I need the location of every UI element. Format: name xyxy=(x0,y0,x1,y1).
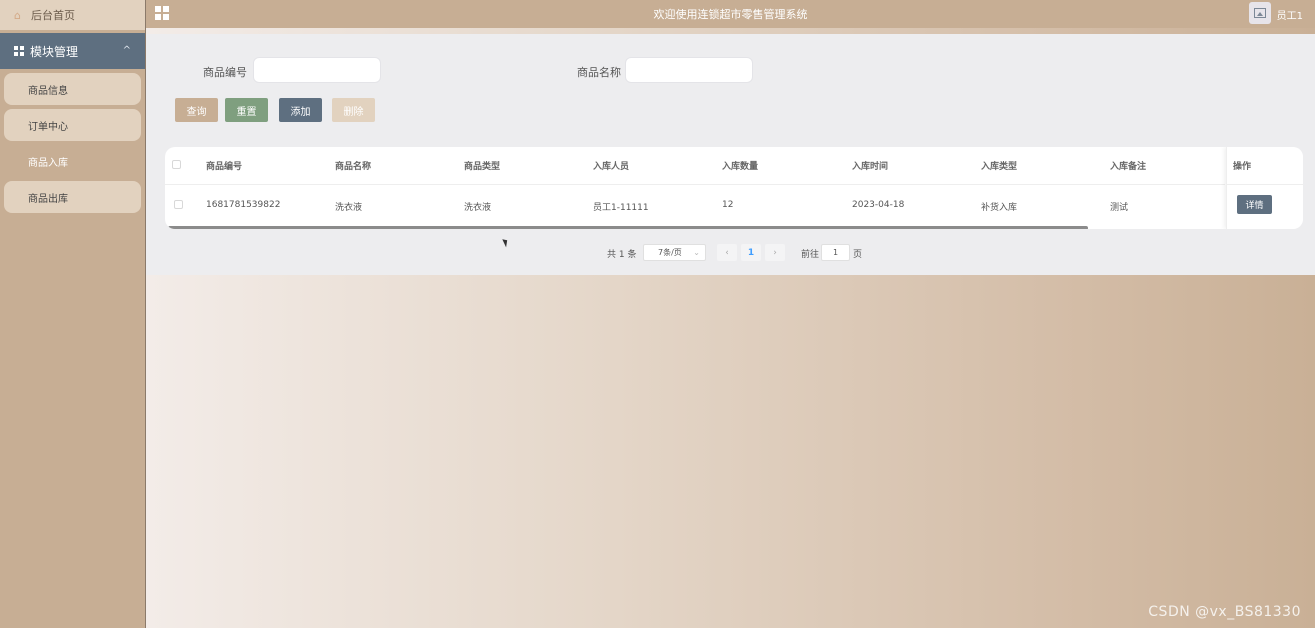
grid-icon xyxy=(14,46,24,56)
cell-stock-in-staff: 员工1-11111 xyxy=(593,203,649,213)
avatar[interactable] xyxy=(1249,2,1271,24)
goto-label: 前往 xyxy=(801,250,820,260)
add-button[interactable]: 添加 xyxy=(279,98,322,122)
sidebar: ⌂ 后台首页 模块管理 ^ 商品信息 订单中心 商品入库 商品出库 xyxy=(0,0,146,628)
column-header: 商品名称 xyxy=(335,162,372,172)
sidebar-module-label: 模块管理 xyxy=(30,44,79,59)
top-header: 欢迎使用连锁超市零售管理系统 员工1 xyxy=(146,0,1315,28)
watermark: CSDN @vx_BS81330 xyxy=(1148,604,1301,620)
sidebar-home-label: 后台首页 xyxy=(31,9,75,22)
product-code-label: 商品编号 xyxy=(203,66,247,79)
detail-button[interactable]: 详情 xyxy=(1237,195,1272,214)
horizontal-scrollbar[interactable] xyxy=(168,226,1088,229)
operation-column: 操作 详情 xyxy=(1226,147,1303,229)
column-header: 入库备注 xyxy=(1110,162,1147,172)
home-icon: ⌂ xyxy=(14,8,21,22)
sidebar-item-stock-out[interactable]: 商品出库 xyxy=(4,181,141,213)
column-header: 入库数量 xyxy=(722,162,759,172)
product-name-input[interactable] xyxy=(625,57,753,83)
cell-stock-in-quantity: 12 xyxy=(722,200,734,210)
row-checkbox[interactable] xyxy=(174,200,183,209)
column-header: 商品编号 xyxy=(206,162,243,172)
cell-stock-in-type: 补货入库 xyxy=(981,203,1018,213)
product-code-input[interactable] xyxy=(253,57,381,83)
column-header: 入库人员 xyxy=(593,162,630,172)
sidebar-item-label: 商品入库 xyxy=(28,157,68,169)
sidebar-item-order-center[interactable]: 订单中心 xyxy=(4,109,141,141)
cell-product-code: 1681781539822 xyxy=(206,200,281,210)
goto-page-input[interactable]: 1 xyxy=(821,244,850,261)
cell-product-name: 洗衣液 xyxy=(335,203,363,213)
sidebar-item-product-info[interactable]: 商品信息 xyxy=(4,73,141,105)
pagination-total: 共 1 条 xyxy=(607,250,637,260)
chevron-right-icon: › xyxy=(773,247,777,258)
prev-page-button[interactable]: ‹ xyxy=(717,244,737,261)
sidebar-module-toggle[interactable]: 模块管理 ^ xyxy=(0,33,145,69)
sidebar-home-link[interactable]: ⌂ 后台首页 xyxy=(0,0,145,30)
select-all-checkbox[interactable] xyxy=(172,160,181,169)
delete-button[interactable]: 删除 xyxy=(332,98,375,122)
chevron-down-icon: ⌄ xyxy=(693,248,700,257)
operation-header: 操作 xyxy=(1233,162,1252,172)
header-divider xyxy=(1227,184,1303,185)
reset-button[interactable]: 重置 xyxy=(225,98,268,122)
page-size-value: 7条/页 xyxy=(658,248,682,257)
header-username[interactable]: 员工1 xyxy=(1277,7,1303,22)
chevron-up-icon: ^ xyxy=(122,45,131,56)
cell-stock-in-note: 测试 xyxy=(1110,203,1129,213)
sidebar-item-stock-in[interactable]: 商品入库 xyxy=(4,145,141,177)
page-size-select[interactable]: 7条/页 ⌄ xyxy=(643,244,706,261)
header-title: 欢迎使用连锁超市零售管理系统 xyxy=(653,8,808,21)
header-divider xyxy=(165,184,1225,185)
image-icon xyxy=(1254,8,1266,18)
column-header: 入库类型 xyxy=(981,162,1018,172)
cell-stock-in-time: 2023-04-18 xyxy=(852,200,905,210)
data-table: 商品编号 商品名称 商品类型 入库人员 入库数量 入库时间 入库类型 入库备注 … xyxy=(165,147,1303,229)
next-page-button[interactable]: › xyxy=(765,244,785,261)
sidebar-item-label: 商品出库 xyxy=(28,193,68,205)
sidebar-item-label: 商品信息 xyxy=(28,85,68,97)
product-name-label: 商品名称 xyxy=(577,66,621,79)
column-header: 商品类型 xyxy=(464,162,501,172)
column-header: 入库时间 xyxy=(852,162,889,172)
page-number-current[interactable]: 1 xyxy=(741,244,761,261)
page-suffix: 页 xyxy=(853,250,863,260)
query-button[interactable]: 查询 xyxy=(175,98,218,122)
chevron-left-icon: ‹ xyxy=(725,247,729,258)
cell-product-type: 洗衣液 xyxy=(464,203,492,213)
sidebar-item-label: 订单中心 xyxy=(28,121,68,133)
